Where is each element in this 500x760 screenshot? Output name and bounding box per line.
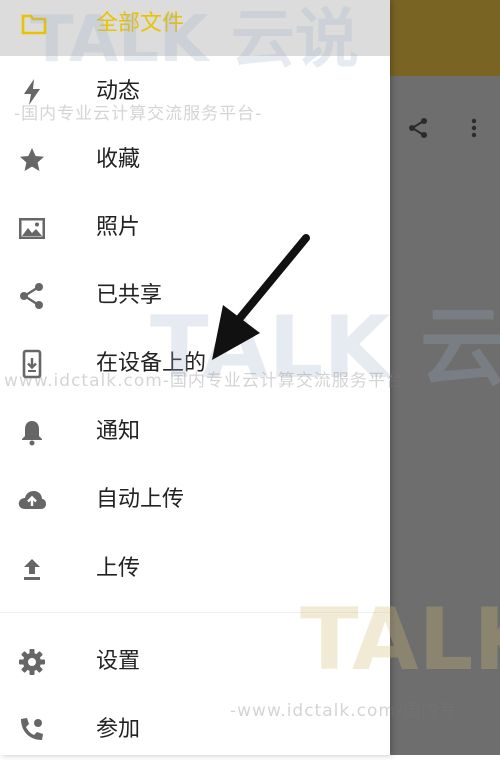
sidebar-item-on-device[interactable]: 在设备上的 [0, 334, 390, 394]
navigation-drawer: 全部文件 动态 收藏 照片 已共享 在设备上的 通知 自动上传 上传 设置 参加 [0, 0, 390, 755]
sidebar-item-label: 动态 [96, 79, 141, 104]
folder-icon [20, 10, 48, 38]
sidebar-item-label: 已共享 [96, 283, 163, 308]
image-icon [17, 213, 47, 243]
drawer-header-all-files[interactable]: 全部文件 [0, 0, 390, 56]
sidebar-item-activity[interactable]: 动态 [0, 62, 390, 122]
sidebar-item-label: 设置 [96, 649, 141, 674]
header-label: 全部文件 [96, 11, 185, 36]
sidebar-item-upload[interactable]: 上传 [0, 539, 390, 599]
share-icon [17, 281, 47, 311]
lightning-icon [17, 77, 47, 107]
upload-icon [17, 554, 47, 584]
sidebar-item-join[interactable]: 参加 [0, 700, 390, 760]
share-icon[interactable] [406, 116, 430, 140]
sidebar-item-shared[interactable]: 已共享 [0, 266, 390, 326]
contact-phone-icon [17, 715, 47, 745]
star-icon [17, 145, 47, 175]
sidebar-item-label: 参加 [96, 717, 141, 742]
sidebar-item-settings[interactable]: 设置 [0, 632, 390, 692]
sidebar-item-label: 照片 [96, 215, 141, 240]
bell-icon [17, 417, 47, 447]
sidebar-item-label: 上传 [96, 556, 141, 581]
sidebar-item-photos[interactable]: 照片 [0, 198, 390, 258]
sidebar-item-favorites[interactable]: 收藏 [0, 130, 390, 190]
sidebar-item-notifications[interactable]: 通知 [0, 402, 390, 462]
sidebar-item-label: 通知 [96, 419, 141, 444]
app-toolbar [390, 0, 500, 76]
more-options-icon[interactable] [462, 116, 486, 140]
app-actions [390, 108, 500, 148]
sidebar-item-label: 自动上传 [96, 487, 185, 512]
cloud-upload-icon [17, 485, 47, 515]
phone-download-icon [17, 349, 47, 379]
sidebar-item-label: 在设备上的 [96, 351, 207, 376]
gear-icon [17, 647, 47, 677]
drawer-divider [0, 612, 390, 613]
sidebar-item-label: 收藏 [96, 147, 141, 172]
sidebar-item-auto-upload[interactable]: 自动上传 [0, 470, 390, 530]
